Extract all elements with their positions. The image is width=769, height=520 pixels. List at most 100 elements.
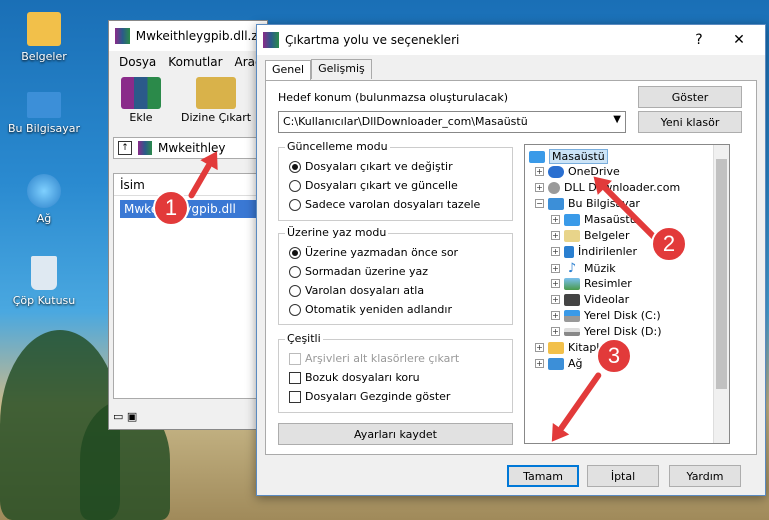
tree-item-downloads[interactable]: + İndirilenler (551, 245, 637, 258)
tree-item-label: Videolar (584, 293, 630, 306)
archive-small-icon (138, 141, 152, 155)
tree-item-label: Ağ (568, 357, 583, 370)
winrar-window: Mwkeithleygpib.dll.zi Dosya Komutlar Ara… (108, 20, 268, 430)
pictures-icon (564, 277, 580, 290)
column-header-name[interactable]: İsim (114, 174, 262, 196)
expand-icon[interactable]: + (551, 279, 560, 288)
overwrite-option-without-prompt[interactable]: Sormadan üzerine yaz (289, 265, 428, 278)
dialog-titlebar: Çıkartma yolu ve seçenekleri ? ✕ (257, 25, 765, 55)
update-option-extract-replace[interactable]: Dosyaları çıkart ve değiştir (289, 160, 453, 173)
tree-item-label: Masaüstü (549, 149, 608, 164)
chevron-down-icon[interactable]: ▼ (613, 114, 621, 125)
radio-unselected[interactable] (289, 303, 301, 316)
desktop-icon-documents[interactable]: Belgeler (4, 12, 84, 63)
expand-icon[interactable]: + (551, 247, 560, 256)
winrar-app-icon (115, 28, 130, 44)
up-folder-icon[interactable]: ↑ (118, 141, 132, 155)
misc-title: Çeşitli (285, 332, 323, 345)
extract-to-button-label: Dizine Çıkart (181, 111, 252, 124)
checkbox-disabled (289, 352, 301, 365)
tree-scrollbar[interactable] (713, 145, 729, 443)
option-label: Sadece varolan dosyaları tazele (305, 198, 481, 211)
add-button[interactable]: Ekle (121, 77, 161, 129)
radio-selected[interactable] (289, 160, 301, 173)
cancel-button[interactable]: İptal (587, 465, 659, 487)
radio-unselected[interactable] (289, 284, 301, 297)
menu-item-file[interactable]: Dosya (119, 55, 156, 69)
winrar-toolbar: Ekle Dizine Çıkart (109, 73, 267, 133)
expand-icon[interactable]: + (551, 215, 560, 224)
cloud-icon (548, 165, 564, 178)
option-label: Dosyaları Gezginde göster (305, 390, 451, 403)
tab-advanced[interactable]: Gelişmiş (311, 59, 372, 79)
misc-option-show-in-explorer[interactable]: Dosyaları Gezginde göster (289, 390, 450, 403)
extract-folder-icon (196, 77, 237, 109)
expand-icon[interactable]: + (551, 311, 560, 320)
expand-icon[interactable]: + (551, 231, 560, 240)
close-button[interactable]: ✕ (719, 32, 759, 48)
option-label: Dosyaları çıkart ve değiştir (305, 160, 453, 173)
desktop-icon-network[interactable]: Ağ (4, 174, 84, 225)
windows-drive-icon (564, 309, 580, 322)
checkbox[interactable] (289, 371, 301, 384)
radio-unselected[interactable] (289, 265, 301, 278)
tree-item-pc-desktop[interactable]: + Masaüstü (551, 213, 637, 226)
tree-item-label: Resimler (584, 277, 632, 290)
step-1-badge: 1 (153, 190, 189, 226)
overwrite-option-ask[interactable]: Üzerine yazmadan önce sor (289, 246, 458, 259)
tree-scrollbar-thumb[interactable] (716, 159, 727, 389)
winrar-title: Mwkeithleygpib.dll.zi (135, 29, 261, 43)
option-label: Arşivleri alt klasörlere çıkart (305, 352, 460, 365)
ok-button[interactable]: Tamam (507, 465, 579, 487)
tab-general[interactable]: Genel (265, 60, 312, 80)
collapse-icon[interactable]: − (535, 199, 544, 208)
tree-item-music[interactable]: + ♪ Müzik (551, 261, 616, 276)
misc-option-keep-broken[interactable]: Bozuk dosyaları koru (289, 371, 420, 384)
menu-item-commands[interactable]: Komutlar (168, 55, 222, 69)
misc-group: Çeşitli Arşivleri alt klasörlere çıkart … (278, 332, 513, 413)
destination-path-combo[interactable]: C:\Kullanıcılar\DllDownloader_com\Masaüs… (278, 111, 626, 133)
expand-icon[interactable]: + (535, 183, 544, 192)
tree-item-documents[interactable]: + Belgeler (551, 229, 629, 242)
tree-item-videos[interactable]: + Videolar (551, 293, 629, 306)
option-label: Sormadan üzerine yaz (305, 265, 429, 278)
expand-icon[interactable]: + (535, 359, 544, 368)
update-option-fresh-existing[interactable]: Sadece varolan dosyaları tazele (289, 198, 480, 211)
update-option-extract-update[interactable]: Dosyaları çıkart ve güncelle (289, 179, 458, 192)
show-button[interactable]: Göster (638, 86, 742, 108)
save-settings-button[interactable]: Ayarları kaydet (278, 423, 513, 445)
help-question-button[interactable]: ? (679, 32, 719, 48)
expand-icon[interactable]: + (535, 167, 544, 176)
extract-to-button[interactable]: Dizine Çıkart (181, 77, 251, 129)
tree-item-local-disk-d[interactable]: + Yerel Disk (D:) (551, 325, 662, 338)
expand-icon[interactable]: + (551, 295, 560, 304)
general-tab-panel: Hedef konum (bulunmazsa oluşturulacak) C… (265, 80, 757, 455)
tree-item-network[interactable]: + Ağ (535, 357, 583, 370)
tree-item-label: Yerel Disk (D:) (584, 325, 662, 338)
music-note-icon: ♪ (567, 261, 577, 276)
expand-icon[interactable]: + (551, 264, 560, 273)
folder-tree[interactable]: Masaüstü + OneDrive + DLL Downloader.com… (524, 144, 730, 444)
expand-icon[interactable]: + (551, 327, 560, 336)
expand-icon[interactable]: + (535, 343, 544, 352)
overwrite-option-rename[interactable]: Otomatik yeniden adlandır (289, 303, 452, 316)
new-folder-button[interactable]: Yeni klasör (638, 111, 742, 133)
step-2-badge: 2 (651, 226, 687, 262)
tree-item-local-disk-c[interactable]: + Yerel Disk (C:) (551, 309, 661, 322)
archive-path-bar[interactable]: ↑ Mwkeithley (113, 137, 263, 159)
tree-item-label: Müzik (584, 262, 616, 275)
radio-selected[interactable] (289, 246, 301, 259)
radio-unselected[interactable] (289, 198, 301, 211)
desktop-icon-recycle-bin[interactable]: Çöp Kutusu (4, 256, 84, 307)
option-label: Üzerine yazmadan önce sor (305, 246, 459, 259)
overwrite-mode-title: Üzerine yaz modu (285, 226, 389, 239)
overwrite-option-skip[interactable]: Varolan dosyaları atla (289, 284, 424, 297)
destination-label: Hedef konum (bulunmazsa oluşturulacak) (278, 91, 508, 104)
desktop-icon-this-pc[interactable]: Bu Bilgisayar (4, 92, 84, 135)
help-button[interactable]: Yardım (669, 465, 741, 487)
checkbox[interactable] (289, 390, 301, 403)
radio-unselected[interactable] (289, 179, 301, 192)
tree-item-pictures[interactable]: + Resimler (551, 277, 632, 290)
film-icon (564, 293, 580, 306)
tree-item-desktop[interactable]: Masaüstü (529, 149, 608, 164)
